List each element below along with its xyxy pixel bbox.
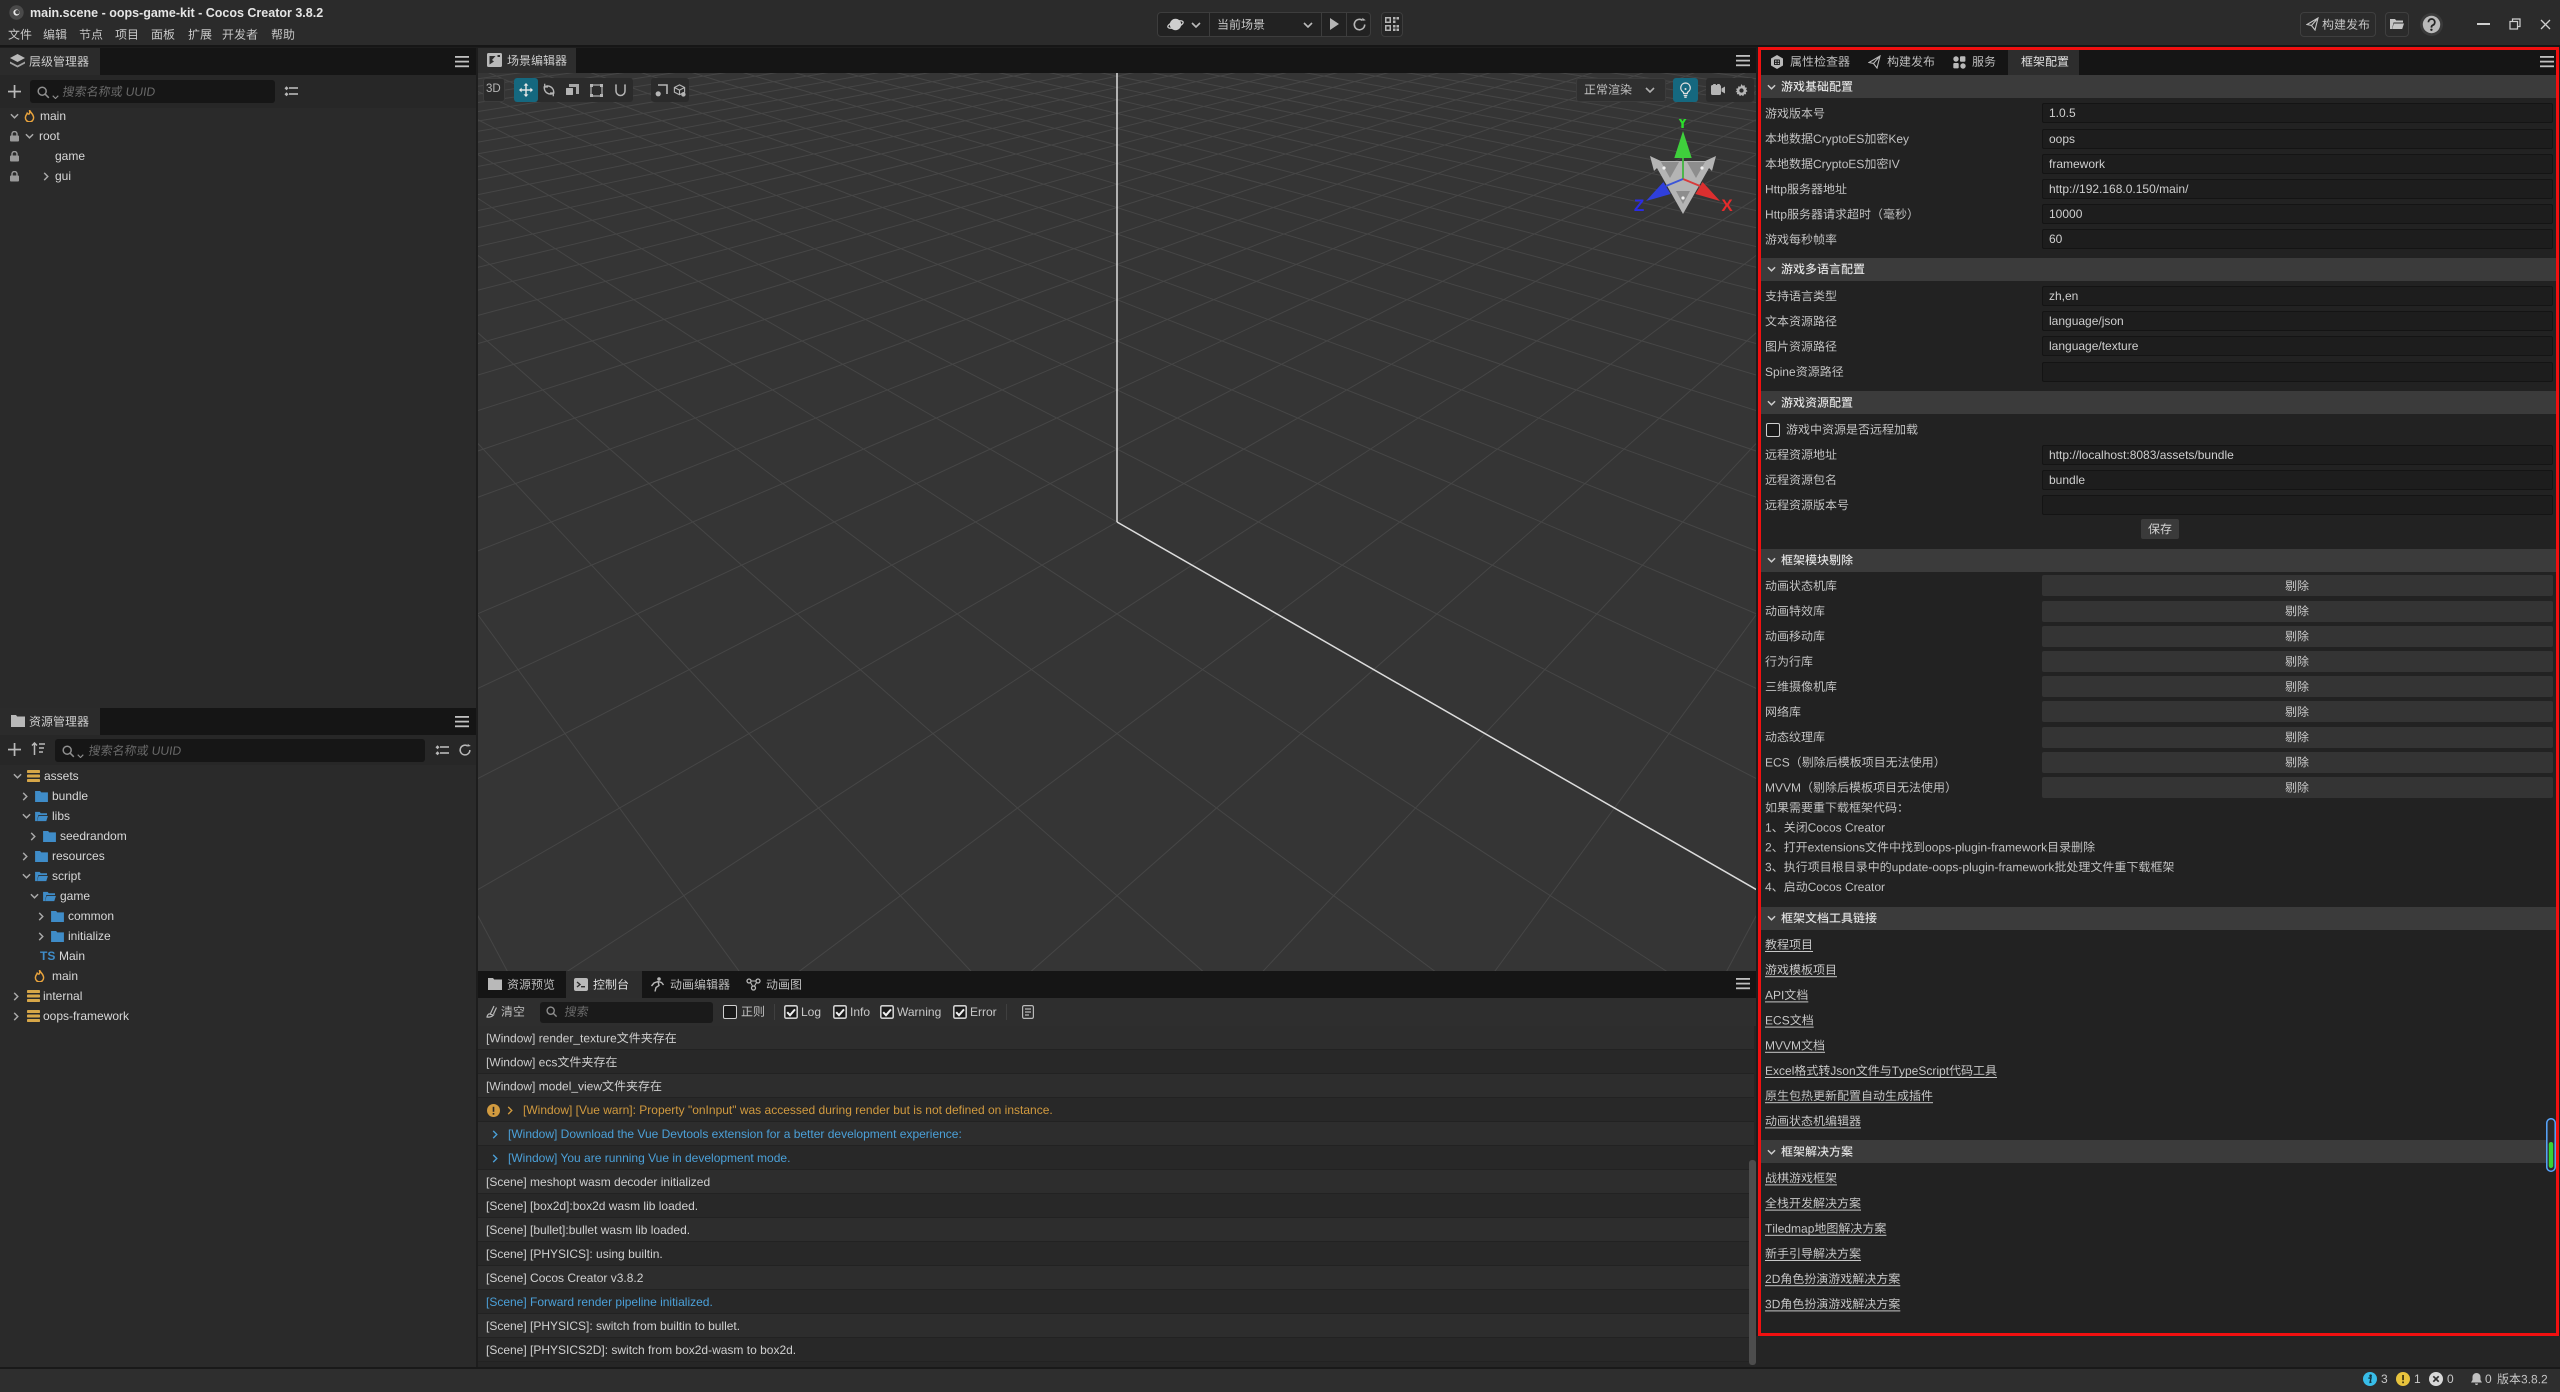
svg-text:Y: Y <box>1677 119 1689 132</box>
svg-text:Z: Z <box>1634 196 1644 215</box>
svg-text:X: X <box>1721 196 1733 215</box>
